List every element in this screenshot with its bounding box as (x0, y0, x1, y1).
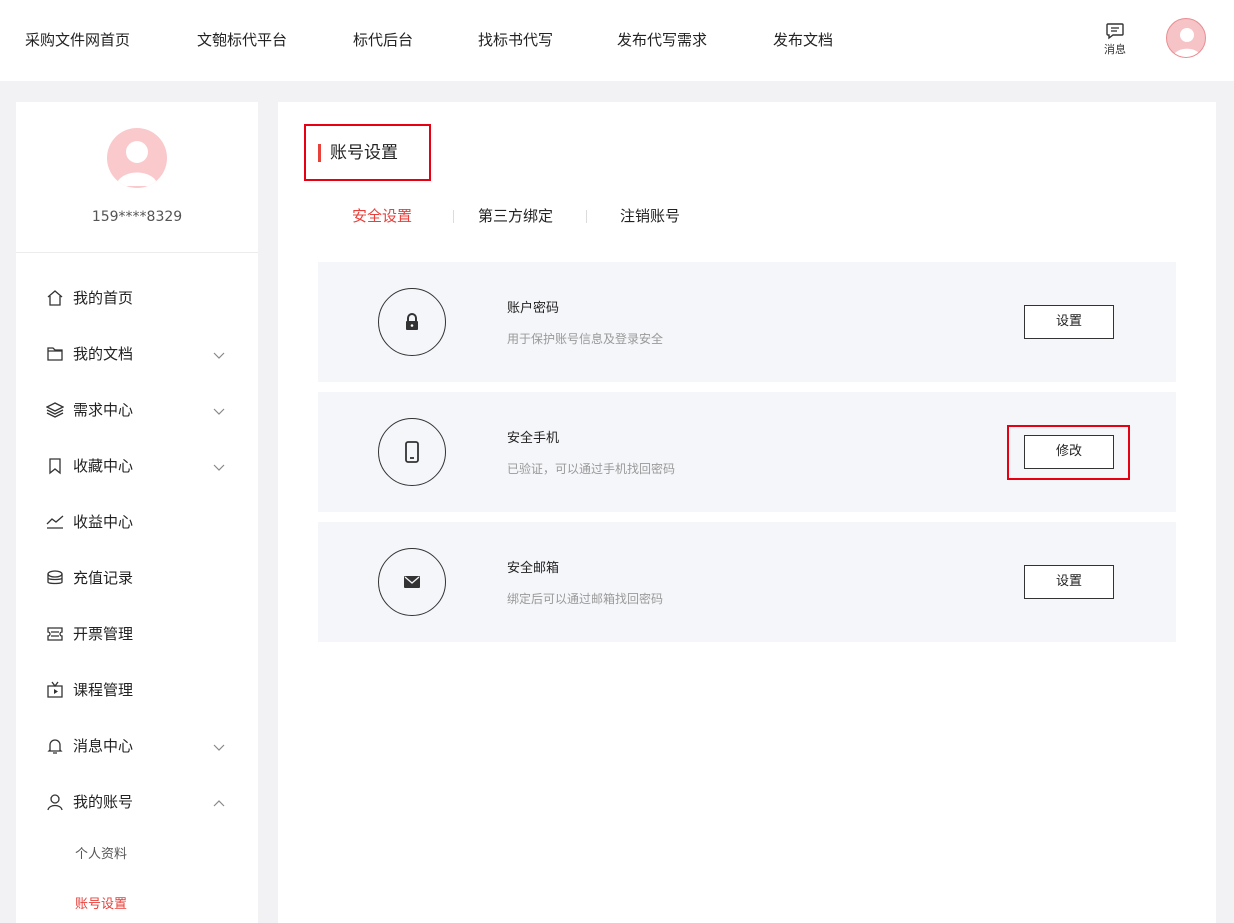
top-avatar[interactable] (1166, 18, 1206, 58)
lock-icon (406, 313, 418, 330)
sidebar-item-label: 消息中心 (73, 737, 134, 755)
nav-post-demand-link[interactable]: 发布代写需求 (617, 30, 707, 50)
sidebar-item-documents[interactable]: 我的文档 (16, 342, 258, 366)
password-icon-circle (378, 288, 446, 356)
coins-icon (47, 570, 63, 585)
card-description: 用于保护账号信息及登录安全 (507, 332, 664, 346)
nav-find-writer-link[interactable]: 找标书代写 (478, 30, 553, 50)
message-label: 消息 (1104, 43, 1126, 56)
folder-icon (47, 347, 63, 361)
sidebar-item-invoice[interactable]: 开票管理 (16, 622, 258, 646)
card-description: 绑定后可以通过邮箱找回密码 (507, 592, 664, 606)
chevron-down-icon (213, 744, 225, 751)
home-icon (47, 290, 63, 306)
nav-backend-link[interactable]: 标代后台 (353, 30, 413, 50)
sidebar-item-label: 充值记录 (73, 569, 134, 587)
mail-icon (404, 576, 420, 588)
trend-icon (46, 515, 64, 529)
sidebar-item-favorites[interactable]: 收藏中心 (16, 454, 258, 478)
tab-divider (586, 210, 587, 223)
username: 159****8329 (91, 209, 183, 225)
nav-home-link[interactable]: 采购文件网首页 (25, 30, 130, 50)
chevron-up-icon (213, 800, 225, 807)
sidebar-sub-profile[interactable]: 个人资料 (75, 846, 127, 864)
set-email-button[interactable]: 设置 (1024, 565, 1114, 599)
sidebar-item-label: 我的首页 (73, 289, 134, 307)
card-title: 账户密码 (507, 301, 560, 316)
sidebar-item-label: 我的账号 (73, 793, 134, 811)
tab-security[interactable]: 安全设置 (352, 206, 412, 226)
page-title-highlight: 账号设置 (304, 124, 431, 181)
set-password-button[interactable]: 设置 (1024, 305, 1114, 339)
divider (16, 252, 258, 253)
chevron-down-icon (213, 464, 225, 471)
nav-post-doc-link[interactable]: 发布文档 (773, 30, 833, 50)
sidebar-item-demand[interactable]: 需求中心 (16, 398, 258, 422)
nav-platform-link[interactable]: 文匏标代平台 (197, 30, 287, 50)
bookmark-icon (49, 458, 61, 475)
title-accent-bar (318, 144, 321, 162)
sidebar-item-earnings[interactable]: 收益中心 (16, 510, 258, 534)
ticket-icon (47, 627, 63, 641)
bell-icon (47, 739, 63, 754)
sidebar: 159****8329 我的首页 我的文档 需求中心 收藏中心 收益中心 充值记… (16, 102, 258, 923)
email-icon-circle (378, 548, 446, 616)
tv-icon (47, 681, 63, 698)
sidebar-item-label: 开票管理 (73, 625, 134, 643)
sidebar-item-account[interactable]: 我的账号 (16, 790, 258, 814)
chevron-down-icon (213, 408, 225, 415)
card-title: 安全手机 (507, 431, 560, 446)
chevron-down-icon (213, 352, 225, 359)
avatar-icon (116, 141, 158, 186)
message-button[interactable]: 消息 (1098, 22, 1132, 56)
sidebar-item-label: 我的文档 (73, 345, 134, 363)
page-title: 账号设置 (330, 143, 398, 163)
sidebar-item-label: 需求中心 (73, 401, 134, 419)
sidebar-item-recharge[interactable]: 充值记录 (16, 566, 258, 590)
user-icon (47, 794, 63, 811)
sidebar-item-messages[interactable]: 消息中心 (16, 734, 258, 758)
tab-third-party[interactable]: 第三方绑定 (478, 206, 553, 226)
sidebar-item-home[interactable]: 我的首页 (16, 286, 258, 310)
tab-divider (453, 210, 454, 223)
phone-icon-circle (378, 418, 446, 486)
card-description: 已验证，可以通过手机找回密码 (507, 462, 676, 476)
phone-card: 安全手机 已验证，可以通过手机找回密码 修改 (318, 392, 1176, 512)
message-icon (1106, 23, 1124, 40)
modify-phone-button[interactable]: 修改 (1024, 435, 1114, 469)
tab-deactivate[interactable]: 注销账号 (620, 206, 680, 226)
top-nav: 采购文件网首页 文匏标代平台 标代后台 找标书代写 发布代写需求 发布文档 消息 (0, 0, 1234, 81)
phone-icon (405, 441, 419, 463)
layers-icon (46, 402, 64, 418)
avatar[interactable] (107, 128, 167, 188)
password-card: 账户密码 用于保护账号信息及登录安全 设置 (318, 262, 1176, 382)
email-card: 安全邮箱 绑定后可以通过邮箱找回密码 设置 (318, 522, 1176, 642)
sidebar-sub-account-settings[interactable]: 账号设置 (75, 896, 127, 914)
sidebar-item-label: 收益中心 (73, 513, 134, 531)
avatar-icon (1173, 28, 1201, 57)
card-title: 安全邮箱 (507, 561, 560, 576)
main-panel: 账号设置 安全设置 第三方绑定 注销账号 账户密码 用于保护账号信息及登录安全 … (278, 102, 1216, 923)
sidebar-item-label: 收藏中心 (73, 457, 134, 475)
sidebar-item-label: 课程管理 (73, 681, 134, 699)
sidebar-item-course[interactable]: 课程管理 (16, 678, 258, 702)
